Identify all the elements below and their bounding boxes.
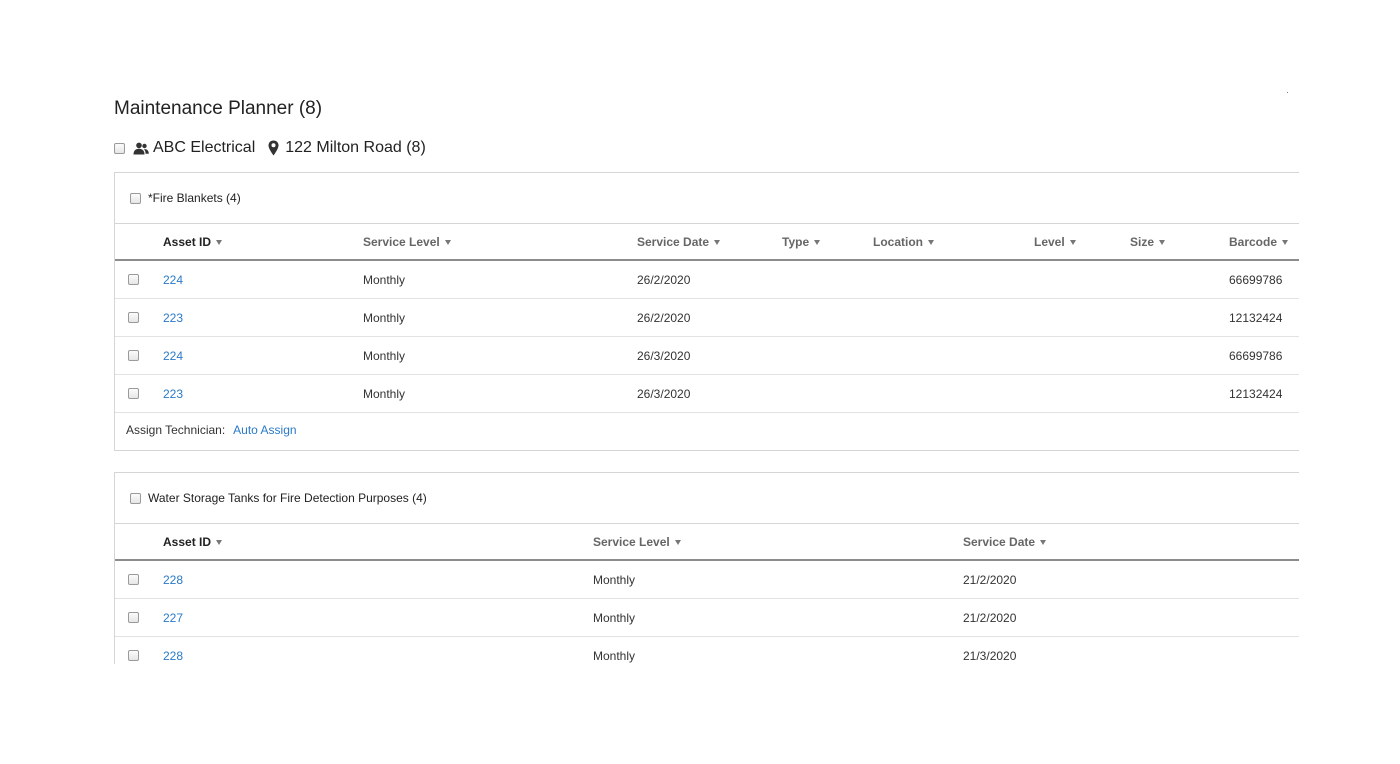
asset-group-fire-blankets: *Fire Blankets (4) Asset ID Service Leve… [114, 172, 1299, 451]
service-date: 26/3/2020 [637, 349, 691, 363]
table-row: 224 Monthly 26/2/2020 66699786 [115, 261, 1299, 299]
service-level: Monthly [363, 387, 406, 401]
service-level: Monthly [363, 349, 406, 363]
barcode: 12132424 [1229, 387, 1283, 401]
service-date: 26/3/2020 [637, 387, 691, 401]
asset-id-link[interactable]: 228 [163, 649, 183, 663]
sort-arrow-icon [1159, 240, 1166, 245]
stray-dot [1287, 92, 1288, 93]
row-select-checkbox[interactable] [128, 574, 139, 585]
sort-arrow-icon [714, 240, 721, 245]
barcode: 66699786 [1229, 273, 1283, 287]
sort-arrow-icon [928, 240, 934, 245]
service-level: Monthly [363, 311, 406, 325]
table-header: Asset ID Service Level Service Date Type… [115, 224, 1299, 261]
column-header-service-level[interactable]: Service Level [593, 535, 681, 549]
column-header-label: Asset ID [163, 235, 212, 249]
maintenance-planner-page: Maintenance Planner (8) ABC Electrical 1… [0, 0, 1400, 764]
asset-id-link[interactable]: 228 [163, 573, 183, 587]
site-name: 122 Milton Road (8) [285, 139, 426, 156]
column-header-level[interactable]: Level [1034, 235, 1076, 249]
sort-arrow-icon [1040, 540, 1047, 545]
service-date: 26/2/2020 [637, 311, 691, 325]
asset-group-water-storage-tanks: Water Storage Tanks for Fire Detection P… [114, 472, 1299, 664]
asset-id-link[interactable]: 224 [163, 273, 183, 287]
table-row: 227 Monthly 21/2/2020 [115, 599, 1299, 637]
column-header-service-date[interactable]: Service Date [963, 535, 1047, 549]
column-header-location[interactable]: Location [873, 235, 934, 249]
column-header-type[interactable]: Type [782, 235, 821, 249]
page-title: Maintenance Planner (8) [114, 98, 323, 119]
client-name: ABC Electrical [153, 139, 256, 156]
sort-arrow-icon [674, 540, 681, 545]
column-header-asset-id[interactable]: Asset ID [163, 535, 223, 549]
column-header-label: Service Level [363, 235, 440, 249]
sort-arrow-icon [1282, 240, 1289, 245]
service-level: Monthly [363, 273, 406, 287]
service-date: 26/2/2020 [637, 273, 691, 287]
column-header-label: Type [782, 235, 810, 249]
service-date: 21/2/2020 [963, 611, 1017, 625]
column-header-label: Service Level [593, 535, 670, 549]
client-row: ABC Electrical 122 Milton Road (8) [114, 136, 426, 160]
asset-id-link[interactable]: 224 [163, 349, 183, 363]
row-select-checkbox[interactable] [128, 274, 139, 285]
table-row: 223 Monthly 26/2/2020 12132424 [115, 299, 1299, 337]
sort-arrow-icon [814, 240, 821, 245]
group-header: Water Storage Tanks for Fire Detection P… [115, 473, 1299, 524]
client-select-checkbox[interactable] [114, 142, 125, 154]
asset-id-link[interactable]: 223 [163, 311, 183, 325]
row-select-checkbox[interactable] [128, 650, 139, 661]
column-header-label: Service Date [637, 235, 710, 249]
group-title: *Fire Blankets (4) [148, 191, 241, 205]
group-header: *Fire Blankets (4) [115, 173, 1299, 224]
column-header-asset-id[interactable]: Asset ID [163, 235, 223, 249]
column-header-service-level[interactable]: Service Level [363, 235, 451, 249]
table-row: 228 Monthly 21/3/2020 [115, 637, 1299, 664]
row-select-checkbox[interactable] [128, 612, 139, 623]
group-select-checkbox[interactable] [130, 492, 141, 504]
column-header-size[interactable]: Size [1130, 235, 1166, 249]
column-header-barcode[interactable]: Barcode [1229, 235, 1289, 249]
column-header-label: Level [1034, 235, 1065, 249]
group-title: Water Storage Tanks for Fire Detection P… [148, 491, 427, 505]
service-date: 21/3/2020 [963, 649, 1017, 663]
column-header-label: Service Date [963, 535, 1036, 549]
asset-id-link[interactable]: 227 [163, 611, 183, 625]
column-header-service-date[interactable]: Service Date [637, 235, 721, 249]
column-header-label: Asset ID [163, 535, 212, 549]
column-header-label: Location [873, 235, 923, 249]
service-level: Monthly [593, 573, 636, 587]
sort-arrow-icon [216, 540, 223, 545]
auto-assign-link[interactable]: Auto Assign [233, 423, 296, 437]
map-marker-icon [268, 140, 279, 156]
row-select-checkbox[interactable] [128, 350, 139, 361]
group-select-checkbox[interactable] [130, 192, 141, 204]
service-level: Monthly [593, 649, 636, 663]
sort-arrow-icon [444, 240, 451, 245]
assign-technician-row: Assign Technician: Auto Assign [126, 423, 297, 437]
row-select-checkbox[interactable] [128, 388, 139, 399]
column-header-label: Size [1130, 235, 1155, 249]
barcode: 66699786 [1229, 349, 1283, 363]
assign-technician-label: Assign Technician: [126, 423, 226, 437]
table-header: Asset ID Service Level Service Date [115, 524, 1299, 561]
service-level: Monthly [593, 611, 636, 625]
row-select-checkbox[interactable] [128, 312, 139, 323]
sort-arrow-icon [216, 240, 223, 245]
table-row: 223 Monthly 26/3/2020 12132424 [115, 375, 1299, 413]
service-date: 21/2/2020 [963, 573, 1017, 587]
table-row: 228 Monthly 21/2/2020 [115, 561, 1299, 599]
asset-id-link[interactable]: 223 [163, 387, 183, 401]
sort-arrow-icon [1069, 240, 1076, 245]
users-icon [133, 142, 149, 155]
barcode: 12132424 [1229, 311, 1283, 325]
asset-groups-scroll-area[interactable]: *Fire Blankets (4) Asset ID Service Leve… [114, 172, 1299, 664]
table-row: 224 Monthly 26/3/2020 66699786 [115, 337, 1299, 375]
column-header-label: Barcode [1229, 235, 1278, 249]
